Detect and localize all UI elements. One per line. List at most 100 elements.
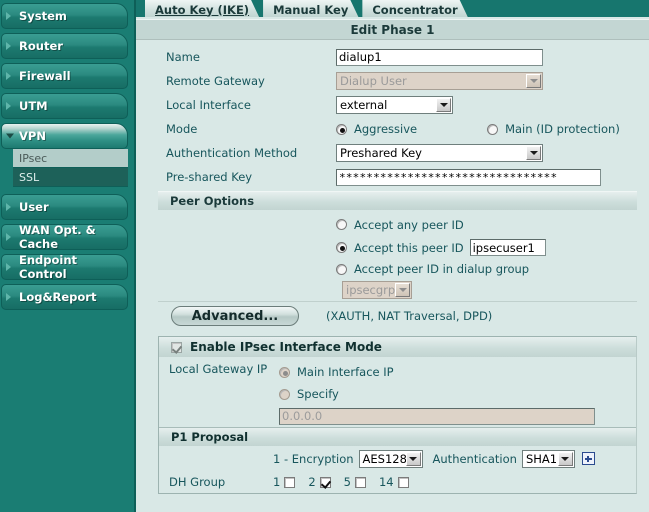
- p1-proposal-header: P1 Proposal: [159, 427, 636, 446]
- sidebar-group-router: Router: [0, 33, 134, 59]
- dh-group-2-checkbox[interactable]: [319, 476, 331, 488]
- sidebar-group-wan-opt: WAN Opt. & Cache: [0, 223, 134, 251]
- dh-group-label: DH Group: [169, 475, 226, 489]
- sidebar-group-log-report: Log&Report: [0, 284, 134, 310]
- edit-phase1-form: Name Remote Gateway Dialup User Local In…: [136, 45, 649, 494]
- tab-strip-underline: [136, 17, 649, 19]
- form-row-preshared-key: Pre-shared Key: [136, 165, 649, 189]
- fortigate-vpn-phase1-screen: System Router Firewall UTM VPN IPsec SSL…: [0, 0, 649, 512]
- mode-main-radio[interactable]: [487, 123, 499, 135]
- accept-any-peer-id-radio[interactable]: [336, 219, 347, 230]
- sidebar-item-label: UTM: [19, 99, 48, 113]
- sidebar-item-ssl[interactable]: SSL: [13, 168, 128, 187]
- chevron-down-icon: [557, 451, 573, 466]
- remote-gateway-value: Dialup User: [340, 74, 407, 88]
- chevron-right-icon: [6, 233, 11, 241]
- encryption-label: 1 - Encryption: [273, 451, 354, 466]
- main-interface-ip-label: Main Interface IP: [297, 365, 394, 379]
- page-title: Edit Phase 1: [136, 19, 649, 40]
- sidebar-item-system[interactable]: System: [1, 3, 128, 29]
- tab-bar: Auto Key (IKE) Manual Key Concentrator: [136, 0, 649, 19]
- advanced-row: Advanced... (XAUTH, NAT Traversal, DPD): [136, 302, 649, 330]
- specify-ip-input: [279, 407, 595, 425]
- tab-label: Auto Key (IKE): [155, 2, 250, 17]
- sidebar-item-ipsec[interactable]: IPsec: [13, 149, 128, 168]
- sidebar-item-endpoint-control[interactable]: Endpoint Control: [1, 253, 128, 281]
- chevron-down-icon: [436, 98, 451, 112]
- sidebar-item-vpn[interactable]: VPN: [1, 123, 128, 149]
- dh-group-1-label: 1: [273, 475, 281, 489]
- chevron-down-icon: [6, 133, 14, 139]
- chevron-right-icon: [6, 203, 11, 211]
- dh-group-row: DH Group 1 2 5 14: [159, 471, 636, 493]
- dialup-group-select: ipsecgrp: [342, 281, 412, 299]
- chevron-right-icon: [6, 263, 11, 271]
- mode-main-label: Main (ID protection): [505, 122, 620, 136]
- dh-group-5-label: 5: [343, 475, 351, 489]
- peer-row-group: Accept peer ID in dialup group: [136, 259, 649, 279]
- peer-options-header: Peer Options: [158, 191, 637, 210]
- sidebar-group-vpn: VPN IPsec SSL: [0, 123, 134, 187]
- mode-aggressive-label: Aggressive: [354, 122, 418, 136]
- encryption-select[interactable]: AES128: [358, 449, 423, 468]
- peer-row-this: Accept this peer ID: [136, 236, 649, 259]
- chevron-down-icon: [526, 146, 541, 160]
- accept-peer-id-group-label: Accept peer ID in dialup group: [354, 262, 530, 276]
- chevron-down-icon: [405, 451, 421, 466]
- sidebar-item-label: VPN: [19, 129, 46, 143]
- auth-method-select[interactable]: Preshared Key: [336, 144, 543, 162]
- remote-gateway-select: Dialup User: [336, 72, 543, 90]
- sidebar-item-wan-opt-cache[interactable]: WAN Opt. & Cache: [1, 223, 128, 251]
- advanced-button[interactable]: Advanced...: [171, 306, 299, 326]
- local-gateway-ip-label: Local Gateway IP: [169, 362, 268, 376]
- sidebar-item-firewall[interactable]: Firewall: [1, 63, 128, 89]
- sidebar-subitem-label: SSL: [19, 170, 40, 184]
- chevron-right-icon: [6, 72, 11, 80]
- sidebar-item-utm[interactable]: UTM: [1, 93, 128, 119]
- p1-auth-value: SHA1: [525, 451, 558, 466]
- sidebar-item-label: WAN Opt. & Cache: [19, 223, 96, 251]
- sidebar-item-log-report[interactable]: Log&Report: [1, 284, 128, 310]
- dh-group-14-checkbox[interactable]: [397, 476, 409, 488]
- specify-ip-radio: [279, 388, 290, 400]
- p1-auth-select[interactable]: SHA1: [521, 449, 575, 468]
- chevron-right-icon: [6, 12, 11, 20]
- page-title-text: Edit Phase 1: [350, 22, 435, 37]
- name-input[interactable]: [336, 48, 543, 66]
- remote-gateway-label: Remote Gateway: [166, 74, 265, 88]
- auth-method-value: Preshared Key: [340, 146, 422, 160]
- sidebar-group-system: System: [0, 3, 134, 29]
- specify-ip-input-row: [279, 405, 636, 427]
- specify-ip-row: Specify: [279, 383, 636, 405]
- sidebar-group-utm: UTM: [0, 93, 134, 119]
- accept-this-peer-id-radio[interactable]: [336, 242, 347, 253]
- peer-id-input[interactable]: [469, 239, 546, 256]
- form-row-auth-method: Authentication Method Preshared Key: [136, 141, 649, 165]
- chevron-down-icon: [395, 283, 410, 297]
- plus-box-icon[interactable]: [581, 452, 595, 465]
- local-interface-select[interactable]: external: [336, 96, 453, 114]
- accept-any-peer-id-label: Accept any peer ID: [354, 217, 464, 232]
- tab-label: Concentrator: [372, 2, 458, 17]
- dh-group-1-checkbox[interactable]: [284, 476, 296, 488]
- preshared-key-input[interactable]: [336, 168, 601, 186]
- peer-options-header-label: Peer Options: [170, 194, 255, 208]
- sidebar-navigation: System Router Firewall UTM VPN IPsec SSL…: [0, 0, 136, 512]
- main-interface-ip-row: Main Interface IP: [279, 361, 636, 383]
- advanced-button-label: Advanced...: [191, 308, 279, 324]
- dh-group-5-checkbox[interactable]: [354, 476, 366, 488]
- sidebar-item-router[interactable]: Router: [1, 33, 128, 59]
- accept-peer-id-group-radio[interactable]: [336, 263, 347, 275]
- sidebar-item-label: Log&Report: [19, 290, 97, 304]
- advanced-hint: (XAUTH, NAT Traversal, DPD): [326, 309, 493, 323]
- enable-ipsec-interface-mode-checkbox[interactable]: [171, 341, 182, 353]
- chevron-down-icon: [526, 74, 541, 88]
- ipsec-interface-mode-header: Enable IPsec Interface Mode: [159, 337, 636, 357]
- mode-aggressive-radio[interactable]: [336, 123, 347, 135]
- chevron-right-icon: [6, 102, 11, 110]
- dh-group-2-label: 2: [308, 475, 316, 489]
- sidebar-item-label: Firewall: [19, 69, 71, 83]
- sidebar-item-user[interactable]: User: [1, 194, 128, 220]
- sidebar-item-label: System: [19, 9, 67, 23]
- chevron-right-icon: [6, 293, 11, 301]
